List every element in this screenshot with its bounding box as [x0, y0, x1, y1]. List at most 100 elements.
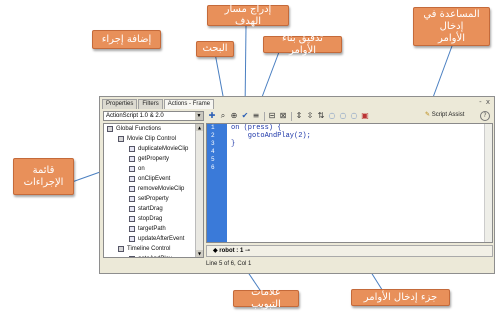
list-item-label: startDrag: [138, 206, 163, 212]
action-icon: [129, 186, 135, 192]
book-icon: [107, 126, 113, 132]
editor-scrollbar[interactable]: [484, 124, 492, 242]
list-item[interactable]: updateAfterEvent: [104, 234, 203, 244]
list-item-label: stopDrag: [138, 216, 163, 222]
check-syntax-icon[interactable]: ✔: [240, 111, 250, 121]
apply-line-comment-icon[interactable]: ◌: [338, 111, 348, 121]
layer-icon: ◆: [213, 248, 218, 254]
list-item-label: gotoAndPlay: [138, 254, 172, 257]
remove-comment-icon[interactable]: ◌: [349, 111, 359, 121]
action-icon: [129, 256, 135, 257]
scroll-down-icon[interactable]: ▼: [196, 250, 203, 257]
show-hide-toolbox-icon[interactable]: ▣: [360, 111, 370, 121]
list-item[interactable]: onClipEvent: [104, 174, 203, 184]
line-number: 1: [211, 124, 215, 131]
line-number: 2: [211, 132, 215, 139]
list-item-label: duplicateMovieClip: [138, 146, 189, 152]
tab-actions-frame[interactable]: Actions - Frame: [163, 99, 215, 109]
callout-actions-list: قائمة الإجراءات: [13, 158, 74, 195]
actions-panel: Properties Filters Actions - Frame - x A…: [99, 96, 495, 274]
expand-all-icon[interactable]: ⇅: [316, 111, 326, 121]
book-icon: [118, 136, 124, 142]
list-item[interactable]: targetPath: [104, 224, 203, 234]
collapse-between-braces-icon[interactable]: ⇕: [294, 111, 304, 121]
line-number: 4: [211, 148, 215, 155]
list-item[interactable]: setProperty: [104, 194, 203, 204]
wand-icon: ✎: [425, 112, 431, 118]
list-item-label: removeMovieClip: [138, 186, 185, 192]
action-icon: [129, 176, 135, 182]
callout-script-pane: جزء إدخال الأوامر: [351, 289, 450, 306]
collapse-selection-icon[interactable]: ⇳: [305, 111, 315, 121]
action-icon: [129, 196, 135, 202]
callout-insert-target-path: إدراج مسار الهدف: [207, 4, 289, 27]
list-item-label: setProperty: [138, 196, 169, 202]
tab-properties[interactable]: Properties: [102, 99, 138, 109]
list-item-label: Global Functions: [116, 126, 162, 132]
list-item-label: Movie Clip Control: [127, 136, 177, 142]
action-icon: [129, 236, 135, 242]
list-item-label: Timeline Control: [127, 246, 171, 252]
action-icon: [129, 206, 135, 212]
panel-window-buttons[interactable]: - x: [479, 98, 491, 106]
toolbar-divider: [264, 111, 265, 121]
auto-format-icon[interactable]: ≡: [251, 111, 261, 121]
debug-options-icon[interactable]: ⊠: [278, 111, 288, 121]
list-item[interactable]: duplicateMovieClip: [104, 144, 203, 154]
tab-filters[interactable]: Filters: [138, 99, 163, 109]
scroll-up-icon[interactable]: ▲: [196, 124, 203, 131]
list-item-label: getProperty: [138, 156, 170, 162]
code-line: on (press) {: [231, 124, 282, 132]
script-pane[interactable]: 1 2 3 4 5 6 on (press) { gotoAndPlay(2);…: [206, 123, 493, 243]
actions-toolbar: ✚ ⌕ ⊕ ✔ ≡ ⊟ ⊠ ⇕ ⇳ ⇅ ◌ ◌ ◌ ▣: [207, 110, 371, 122]
help-icon[interactable]: ?: [480, 111, 490, 121]
book-icon: [118, 246, 124, 252]
action-icon: [129, 226, 135, 232]
script-assist-button[interactable]: ✎ Script Assist: [425, 111, 464, 120]
list-item-label: updateAfterEvent: [138, 236, 185, 242]
list-item[interactable]: removeMovieClip: [104, 184, 203, 194]
script-tab-robot[interactable]: ◆ robot : 1 ⊸: [213, 246, 250, 256]
panel-tabs: Properties Filters Actions - Frame: [102, 99, 215, 109]
code-line: }: [231, 140, 236, 148]
callout-check-syntax: تدقيق بناء الأوامر: [263, 33, 342, 56]
list-item[interactable]: startDrag: [104, 204, 203, 214]
list-item[interactable]: getProperty: [104, 154, 203, 164]
toolbar-divider: [291, 111, 292, 121]
callout-script-assist: المساعدة في إدخال الأوامر: [413, 7, 490, 46]
code-text[interactable]: on (press) { gotoAndPlay(2); }: [231, 124, 311, 148]
actions-toolbox-list: Global Functions Movie Clip Control duplic…: [103, 123, 204, 258]
list-item-label: onClipEvent: [138, 176, 171, 182]
code-line: gotoAndPlay(2);: [231, 132, 311, 140]
action-icon: [129, 216, 135, 222]
apply-block-comment-icon[interactable]: ◌: [327, 111, 337, 121]
insert-target-path-icon[interactable]: ⊕: [229, 111, 239, 121]
actionscript-version-select[interactable]: ActionScript 1.0 & 2.0 ▼: [103, 111, 204, 121]
line-number: 6: [211, 164, 215, 171]
action-icon: [129, 146, 135, 152]
list-item[interactable]: stopDrag: [104, 214, 203, 224]
callout-add-action: إضافة إجراء: [92, 30, 161, 49]
list-scrollbar[interactable]: ▲ ▼: [195, 124, 203, 257]
chevron-down-icon: ▼: [195, 112, 203, 120]
list-item[interactable]: on: [104, 164, 203, 174]
code-hint-icon[interactable]: ⊟: [267, 111, 277, 121]
list-category[interactable]: Movie Clip Control: [104, 134, 203, 144]
callout-find: البحث: [196, 41, 234, 57]
list-item-label: on: [138, 166, 145, 172]
status-bar: Line 5 of 6, Col 1: [206, 261, 252, 267]
line-number: 3: [211, 140, 215, 147]
list-item[interactable]: gotoAndPlay: [104, 254, 203, 257]
list-category[interactable]: Timeline Control: [104, 244, 203, 254]
line-number: 5: [211, 156, 215, 163]
list-category[interactable]: Global Functions: [104, 124, 203, 134]
script-tabs-bar: ◆ robot : 1 ⊸: [206, 245, 493, 257]
action-icon: [129, 156, 135, 162]
add-action-icon[interactable]: ✚: [207, 111, 217, 121]
find-icon[interactable]: ⌕: [218, 111, 228, 121]
pin-icon[interactable]: ⊸: [245, 248, 250, 254]
line-number-gutter: 1 2 3 4 5 6: [207, 124, 227, 242]
list-item-label: targetPath: [138, 226, 166, 232]
callout-tabs-markers: علامات التبويب: [233, 287, 299, 310]
action-icon: [129, 166, 135, 172]
